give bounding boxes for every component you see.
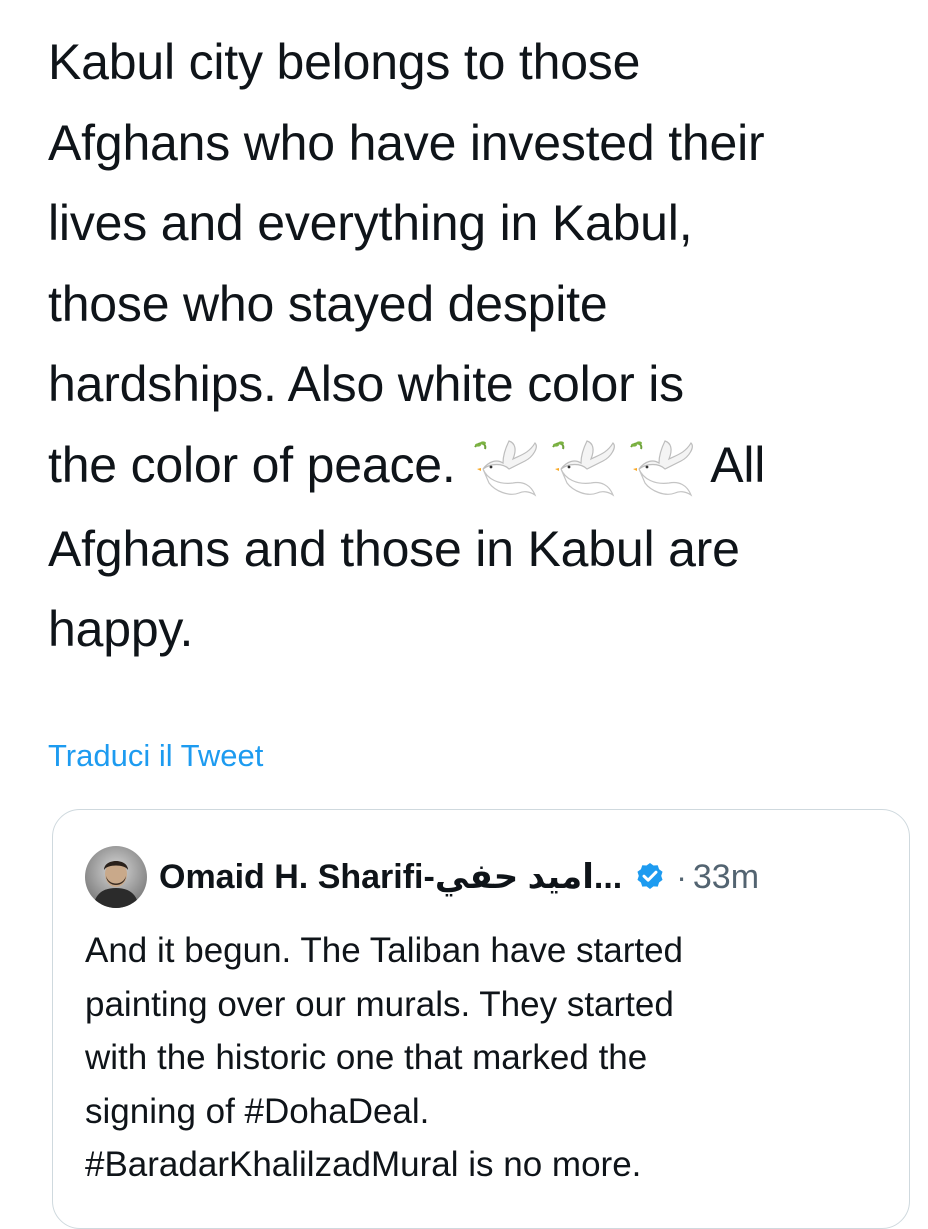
- tweet-line: Kabul city belongs to those: [48, 34, 641, 90]
- timestamp[interactable]: 33m: [693, 858, 759, 897]
- quoted-tweet-line: signing of #DohaDeal.: [85, 1091, 430, 1131]
- verified-badge-icon: [634, 861, 666, 893]
- quoted-tweet-text: And it begun. The Taliban have started p…: [85, 924, 885, 1192]
- avatar-image: [85, 846, 147, 908]
- tweet-line: hardships. Also white color is: [48, 356, 684, 412]
- separator-dot: ·: [676, 858, 687, 895]
- dove-icon: [474, 439, 694, 497]
- tweet-line: lives and everything in Kabul,: [48, 195, 693, 251]
- quoted-tweet-line: with the historic one that marked the: [85, 1038, 648, 1077]
- quoted-tweet-line: And it begun. The Taliban have started: [85, 931, 684, 970]
- author-name[interactable]: Omaid H. Sharifi-اميد حفي...: [159, 857, 622, 897]
- avatar[interactable]: [85, 846, 147, 908]
- quoted-tweet-line: #BaradarKhalilzadMural is no more.: [85, 1145, 642, 1184]
- tweet-line: those who stayed despite: [48, 275, 608, 332]
- quoted-tweet-line: painting over our murals. They started: [85, 984, 674, 1024]
- tweet-line-tail: All: [710, 436, 766, 493]
- tweet-line: the color of peace.: [48, 436, 456, 493]
- tweet-line: happy.: [48, 601, 194, 658]
- tweet-line: Afghans and those in Kabul are: [48, 520, 740, 577]
- dove-emoji-group: [469, 428, 699, 509]
- quoted-tweet-header: Omaid H. Sharifi-اميد حفي... · 33m: [85, 846, 759, 908]
- tweet-line: Afghans who have invested their: [48, 114, 765, 171]
- tweet-text: Kabul city belongs to those Afghans who …: [48, 22, 918, 670]
- quoted-tweet-card[interactable]: Omaid H. Sharifi-اميد حفي... · 33m And i…: [52, 809, 910, 1229]
- tweet-line-with-emoji: the color of peace. All: [48, 425, 918, 509]
- translate-tweet-link[interactable]: Traduci il Tweet: [48, 738, 263, 774]
